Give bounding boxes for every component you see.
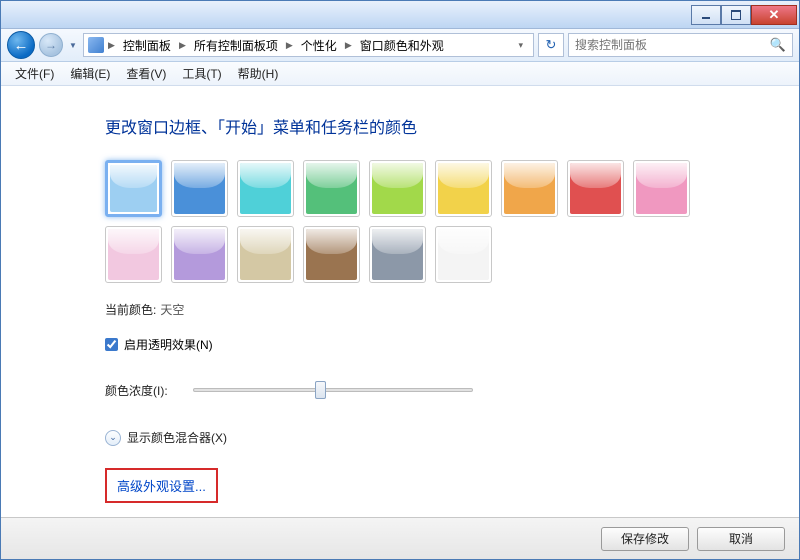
color-swatch[interactable]	[633, 160, 690, 217]
chevron-right-icon: ▶	[177, 40, 188, 51]
breadcrumb-dropdown[interactable]: ▾	[512, 40, 529, 51]
slider-rail	[193, 388, 473, 392]
forward-button[interactable]: →	[39, 33, 63, 57]
color-swatch[interactable]	[171, 160, 228, 217]
breadcrumb-item[interactable]: 所有控制面板项	[190, 35, 282, 56]
slider-thumb[interactable]	[315, 381, 326, 399]
breadcrumb-item[interactable]: 窗口颜色和外观	[356, 35, 448, 56]
menu-view[interactable]: 查看(V)	[120, 63, 172, 84]
breadcrumb[interactable]: ▶ 控制面板 ▶ 所有控制面板项 ▶ 个性化 ▶ 窗口颜色和外观 ▾	[83, 33, 534, 57]
menu-help[interactable]: 帮助(H)	[232, 63, 285, 84]
color-swatch[interactable]	[303, 226, 360, 283]
window-controls: ✕	[691, 5, 797, 25]
search-icon[interactable]: 🔍	[770, 37, 786, 53]
transparency-label[interactable]: 启用透明效果(N)	[124, 336, 213, 353]
back-button[interactable]: ←	[7, 31, 35, 59]
color-swatch[interactable]	[237, 160, 294, 217]
menu-tools[interactable]: 工具(T)	[176, 63, 227, 84]
search-box[interactable]: 🔍	[568, 33, 793, 57]
color-swatch[interactable]	[171, 226, 228, 283]
chevron-right-icon: ▶	[343, 40, 354, 51]
intensity-slider[interactable]	[193, 381, 473, 399]
maximize-button[interactable]	[721, 5, 751, 25]
highlight-box: 高级外观设置...	[105, 468, 218, 503]
color-swatch[interactable]	[303, 160, 360, 217]
refresh-icon: ↻	[546, 37, 557, 53]
color-swatch[interactable]	[501, 160, 558, 217]
arrow-left-icon: ←	[14, 37, 29, 54]
titlebar: ✕	[1, 1, 799, 29]
search-input[interactable]	[575, 38, 770, 52]
close-button[interactable]: ✕	[751, 5, 797, 25]
color-swatch[interactable]	[435, 226, 492, 283]
content-area: 更改窗口边框、「开始」菜单和任务栏的颜色 当前颜色: 天空 启用透明效果(N) …	[1, 86, 799, 517]
save-button[interactable]: 保存修改	[601, 527, 689, 551]
bottom-bar: 保存修改 取消	[1, 517, 799, 559]
chevron-right-icon: ▶	[284, 40, 295, 51]
refresh-button[interactable]: ↻	[538, 33, 564, 57]
intensity-row: 颜色浓度(I):	[105, 381, 799, 399]
color-mixer-expander[interactable]: ⌄ 显示颜色混合器(X)	[105, 429, 227, 446]
breadcrumb-item[interactable]: 控制面板	[119, 35, 175, 56]
breadcrumb-item[interactable]: 个性化	[297, 35, 341, 56]
intensity-label: 颜色浓度(I):	[105, 382, 175, 399]
color-swatch[interactable]	[105, 226, 162, 283]
menu-file[interactable]: 文件(F)	[9, 63, 60, 84]
mixer-label: 显示颜色混合器(X)	[127, 429, 227, 446]
chevron-down-icon: ⌄	[105, 430, 121, 446]
arrow-right-icon: →	[45, 38, 57, 52]
transparency-checkbox[interactable]	[105, 338, 118, 351]
current-color-label: 当前颜色:	[105, 301, 156, 318]
transparency-row: 启用透明效果(N)	[105, 336, 799, 353]
color-swatch[interactable]	[105, 160, 162, 217]
color-swatch[interactable]	[567, 160, 624, 217]
menubar: 文件(F) 编辑(E) 查看(V) 工具(T) 帮助(H)	[1, 62, 799, 86]
advanced-appearance-link[interactable]: 高级外观设置...	[117, 479, 206, 494]
navbar: ← → ▼ ▶ 控制面板 ▶ 所有控制面板项 ▶ 个性化 ▶ 窗口颜色和外观 ▾…	[1, 29, 799, 62]
page-title: 更改窗口边框、「开始」菜单和任务栏的颜色	[105, 114, 799, 138]
color-swatch[interactable]	[369, 226, 426, 283]
chevron-right-icon: ▶	[106, 40, 117, 51]
color-swatch[interactable]	[369, 160, 426, 217]
window: ✕ ← → ▼ ▶ 控制面板 ▶ 所有控制面板项 ▶ 个性化 ▶ 窗口颜色和外观…	[0, 0, 800, 560]
advanced-row: 高级外观设置...	[105, 468, 799, 503]
current-color-value: 天空	[160, 301, 184, 318]
mixer-row: ⌄ 显示颜色混合器(X)	[105, 429, 799, 446]
control-panel-icon	[88, 37, 104, 53]
cancel-button[interactable]: 取消	[697, 527, 785, 551]
history-dropdown[interactable]: ▼	[67, 35, 79, 55]
current-color-row: 当前颜色: 天空	[105, 301, 799, 318]
menu-edit[interactable]: 编辑(E)	[64, 63, 116, 84]
minimize-button[interactable]	[691, 5, 721, 25]
color-swatch[interactable]	[237, 226, 294, 283]
color-swatch[interactable]	[435, 160, 492, 217]
color-swatches	[105, 160, 705, 283]
